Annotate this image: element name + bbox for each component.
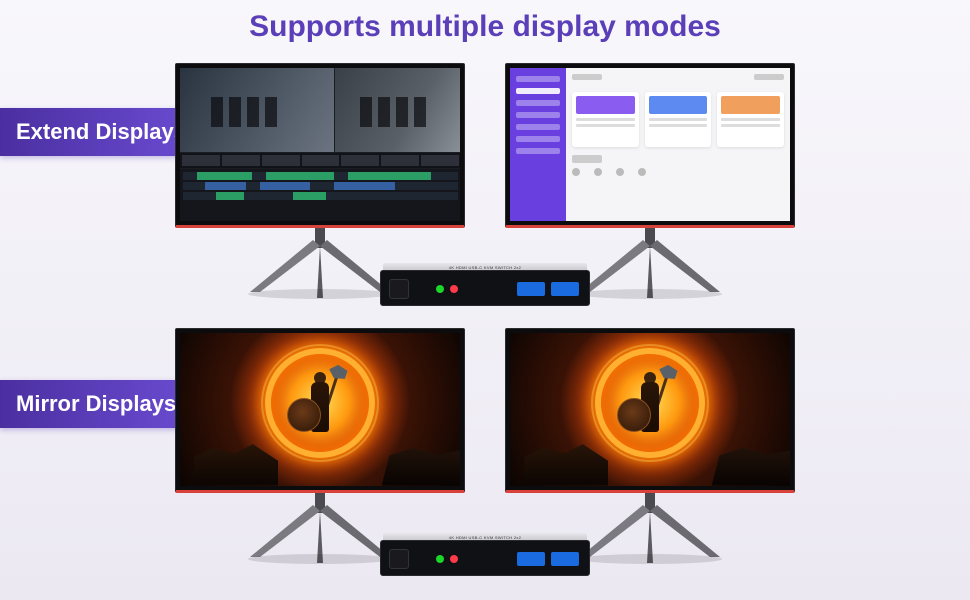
monitor-stand <box>575 493 725 563</box>
power-button-icon <box>389 279 409 299</box>
audio-jacks-icon <box>436 555 444 563</box>
monitor-stand <box>245 493 395 563</box>
page-title: Supports multiple display modes <box>0 0 970 44</box>
screen-content-warrior <box>510 333 790 486</box>
monitor-stand <box>245 228 395 298</box>
monitor-frame <box>175 63 465 228</box>
monitor-frame <box>175 328 465 493</box>
monitor-mirror-right <box>505 328 795 563</box>
screen-content-video-editor <box>180 68 460 221</box>
usb-port-icon <box>551 552 579 566</box>
monitor-stand <box>575 228 725 298</box>
kvm-switch-device: 4K HDMI USB-C KVM SWITCH 2x2 <box>380 540 590 588</box>
screen-content-dashboard <box>510 68 790 221</box>
monitor-frame <box>505 328 795 493</box>
usb-port-icon <box>551 282 579 296</box>
usb-port-icon <box>517 552 545 566</box>
usb-port-icon <box>517 282 545 296</box>
monitor-frame <box>505 63 795 228</box>
monitor-mirror-left <box>175 328 465 563</box>
kvm-switch-device: 4K HDMI USB-C KVM SWITCH 2x2 <box>380 270 590 318</box>
power-button-icon <box>389 549 409 569</box>
audio-jacks-icon <box>436 285 444 293</box>
screen-content-warrior <box>180 333 460 486</box>
